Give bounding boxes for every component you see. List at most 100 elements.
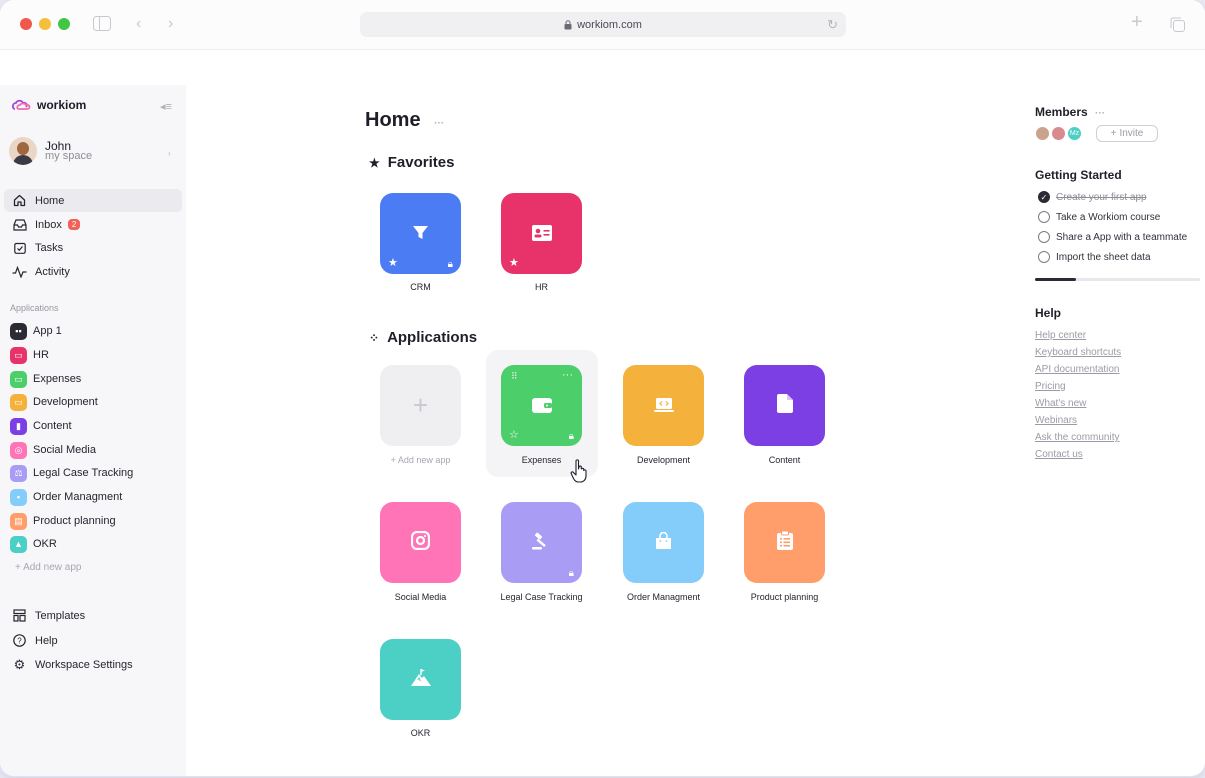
checkbox-icon[interactable] <box>1038 251 1050 263</box>
close-window-button[interactable] <box>20 18 32 30</box>
maximize-window-button[interactable] <box>58 18 70 30</box>
app-tile-legal-case-tracking[interactable]: 🔒︎ <box>501 502 582 583</box>
checklist-item[interactable]: Take a Workiom course <box>1038 211 1160 223</box>
sidebar-app-content[interactable]: ▮ Content <box>4 415 182 437</box>
nav-activity[interactable]: Activity <box>4 260 182 283</box>
nav-help[interactable]: ? Help <box>4 629 182 652</box>
star-icon[interactable]: ★ <box>509 256 519 269</box>
star-outline-icon[interactable]: ☆ <box>509 428 519 441</box>
nav-workspace-settings[interactable]: ⚙ Workspace Settings <box>4 653 182 676</box>
forward-icon[interactable]: › <box>168 16 173 32</box>
help-link-contact-us[interactable]: Contact us <box>1035 449 1083 460</box>
more-options-icon[interactable]: ··· <box>562 369 573 381</box>
inbox-icon <box>12 217 27 232</box>
templates-icon <box>12 608 27 623</box>
app-tile-content[interactable] <box>744 365 825 446</box>
workiom-logo[interactable]: workiom <box>12 98 86 112</box>
checklist-item[interactable]: Import the sheet data <box>1038 251 1151 263</box>
checklist-item[interactable]: ✓ Create your first app <box>1038 191 1147 203</box>
checkbox-icon[interactable] <box>1038 211 1050 223</box>
progress-fill <box>1035 278 1077 281</box>
plus-icon: + <box>1110 128 1117 139</box>
sidebar-app-development[interactable]: ▭ Development <box>4 391 182 413</box>
sidebar-toggle-icon[interactable] <box>93 16 111 35</box>
sidebar-add-new-app[interactable]: + Add new app <box>15 562 81 573</box>
star-icon[interactable]: ★ <box>388 256 398 269</box>
app-label: Product planning <box>750 592 819 602</box>
gavel-icon: ⚖ <box>10 464 27 482</box>
sidebar-app-label: Order Managment <box>33 491 123 503</box>
app-label: Order Managment <box>626 592 701 602</box>
sidebar-app-order-managment[interactable]: ▪ Order Managment <box>4 486 182 508</box>
checklist-item[interactable]: Share a App with a teammate <box>1038 231 1187 243</box>
clipboard-icon <box>776 530 793 556</box>
nav-home[interactable]: Home <box>4 189 182 212</box>
sidebar-app-label: Legal Case Tracking <box>33 467 134 479</box>
invite-button[interactable]: + Invite <box>1096 125 1158 142</box>
nav-inbox[interactable]: Inbox 2 <box>4 213 182 236</box>
member-avatar[interactable] <box>1035 126 1050 141</box>
sidebar-app-expenses[interactable]: ▭ Expenses <box>4 368 182 390</box>
browser-window: ‹ › workiom.com ↻ + workiom ◂≡ John my s… <box>0 0 1205 776</box>
app-label: CRM <box>410 282 431 292</box>
drag-handle-icon[interactable]: ⠿ <box>511 371 518 382</box>
favorite-app-crm[interactable]: ★ 🔒︎ <box>380 193 461 274</box>
checklist-label: Take a Workiom course <box>1056 211 1161 223</box>
new-tab-icon[interactable]: + <box>1131 12 1143 32</box>
help-link-webinars[interactable]: Webinars <box>1035 415 1077 426</box>
lock-icon: 🔒︎ <box>568 568 574 579</box>
member-avatar[interactable]: Mz <box>1067 126 1082 141</box>
sidebar-app-product-planning[interactable]: ▤ Product planning <box>4 510 182 532</box>
user-avatar <box>9 137 37 165</box>
app-tile-development[interactable] <box>623 365 704 446</box>
help-link-api-documentation[interactable]: API documentation <box>1035 364 1120 375</box>
sidebar-app-okr[interactable]: ▲ OKR <box>4 533 182 555</box>
help-link-ask-the-community[interactable]: Ask the community <box>1035 432 1119 443</box>
nav-templates[interactable]: Templates <box>4 604 182 627</box>
sidebar-app-hr[interactable]: ▭ HR <box>4 344 182 366</box>
sidebar-app-app-1[interactable]: ▪▪ App 1 <box>4 320 182 342</box>
checkbox-icon[interactable] <box>1038 231 1050 243</box>
instagram-icon: ◎ <box>10 441 27 459</box>
help-link-keyboard-shortcuts[interactable]: Keyboard shortcuts <box>1035 347 1121 358</box>
nav-home-label: Home <box>35 194 65 207</box>
more-options-icon[interactable]: ··· <box>1095 108 1105 119</box>
checkbox-checked-icon[interactable]: ✓ <box>1038 191 1050 203</box>
add-new-app-label: + Add new app <box>360 455 481 465</box>
plus-icon: + <box>15 562 24 573</box>
back-icon[interactable]: ‹ <box>136 16 141 32</box>
page-title: Home ··· <box>365 109 444 132</box>
collapse-sidebar-icon[interactable]: ◂≡ <box>160 100 172 113</box>
add-new-app-tile[interactable]: + <box>380 365 461 446</box>
reload-icon[interactable]: ↻ <box>827 17 838 33</box>
add-new-app-text: Add new app <box>397 455 451 465</box>
settings-icon: ⚙ <box>13 656 26 672</box>
nav-help-label: Help <box>35 634 58 647</box>
app-tile-okr[interactable] <box>380 639 461 720</box>
sidebar-app-legal-case-tracking[interactable]: ⚖ Legal Case Tracking <box>4 462 182 484</box>
app-tile-social-media[interactable] <box>380 502 461 583</box>
more-options-icon[interactable]: ··· <box>434 118 444 129</box>
help-link-help-center[interactable]: Help center <box>1035 330 1086 341</box>
app-tile-expenses[interactable]: ⠿ ··· ☆ 🔒︎ <box>501 365 582 446</box>
app-tile-product-planning[interactable] <box>744 502 825 583</box>
clipboard-icon: ▤ <box>10 512 27 530</box>
getting-started-progress <box>1035 278 1200 281</box>
minimize-window-button[interactable] <box>39 18 51 30</box>
nav-tasks[interactable]: Tasks <box>4 236 182 259</box>
tabs-overview-icon[interactable] <box>1169 16 1186 37</box>
help-link-whats-new[interactable]: What's new <box>1035 398 1086 409</box>
member-avatar[interactable] <box>1051 126 1066 141</box>
user-profile[interactable]: John my space <box>9 137 92 165</box>
page-title-text: Home <box>365 109 421 131</box>
address-bar[interactable]: workiom.com ↻ <box>360 12 846 37</box>
help-link-pricing[interactable]: Pricing <box>1035 381 1066 392</box>
hand-cursor-icon <box>570 459 587 483</box>
plus-icon: + <box>412 390 429 420</box>
chevron-right-icon[interactable]: › <box>168 149 171 158</box>
id-card-icon: ▭ <box>10 346 27 364</box>
sidebar-app-social-media[interactable]: ◎ Social Media <box>4 439 182 461</box>
nav-inbox-label: Inbox <box>35 218 62 231</box>
favorite-app-hr[interactable]: ★ <box>501 193 582 274</box>
app-tile-order-managment[interactable] <box>623 502 704 583</box>
